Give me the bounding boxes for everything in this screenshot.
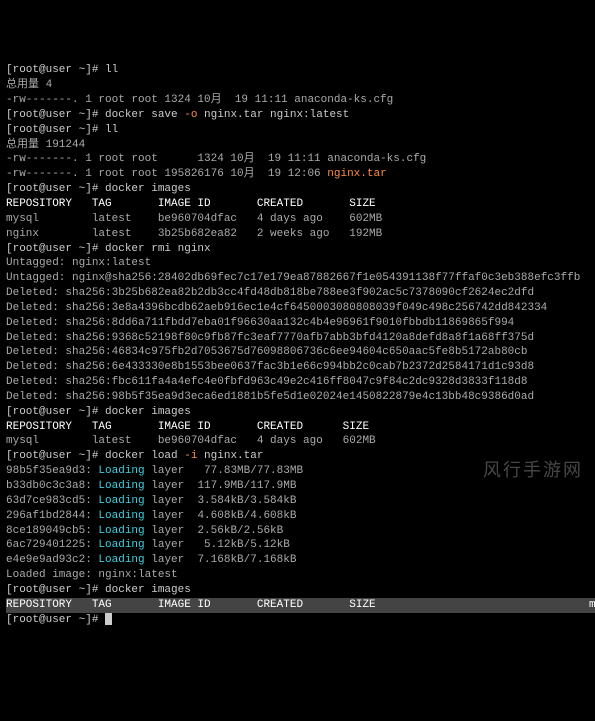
terminal-line: 296af1bd2844: Loading layer 4.608kB/4.60…	[6, 509, 589, 524]
terminal-line: [root@user ~]# ll	[6, 123, 589, 138]
terminal-line: Deleted: sha256:6e433330e8b1553bee0637fa…	[6, 360, 589, 375]
terminal-line: 8ce189049cb5: Loading layer 2.56kB/2.56k…	[6, 524, 589, 539]
terminal-segment: [root@user ~]# docker images	[6, 183, 191, 195]
terminal-line: REPOSITORY TAG IMAGE ID CREATED SIZE	[6, 598, 589, 613]
terminal-segment: REPOSITORY TAG IMAGE ID CREATED SIZE	[6, 421, 369, 433]
terminal-segment: [root@user ~]# docker load	[6, 450, 184, 462]
terminal-segment: Loading	[98, 510, 144, 522]
terminal-segment: Deleted: sha256:3e8a4396bcdb62aeb916ec1e…	[6, 302, 547, 314]
terminal-segment: layer 5.12kB/5.12kB	[145, 539, 290, 551]
terminal-segment: REPOSITORY TAG IMAGE ID CREATED SIZE	[6, 198, 376, 210]
terminal-segment: 总用量 191244	[6, 139, 85, 151]
terminal-line: 总用量 4	[6, 78, 589, 93]
terminal-segment: nginx.tar	[327, 168, 386, 180]
terminal-line: [root@user ~]# docker images	[6, 583, 589, 598]
terminal-segment: 8ce189049cb5:	[6, 525, 98, 537]
terminal-segment: [root@user ~]# docker images	[6, 584, 191, 596]
terminal-segment: 总用量 4	[6, 79, 52, 91]
terminal-line: mysql latest be960704dfac 4 days ago 602…	[589, 598, 595, 613]
terminal-segment: mysql latest be960704dfac 4 days ago 602…	[589, 599, 595, 611]
terminal-segment: -o	[184, 109, 197, 121]
terminal-segment: 63d7ce983cd5:	[6, 495, 98, 507]
terminal-segment: Untagged: nginx@sha256:28402db69fec7c17e…	[6, 272, 580, 284]
terminal-line: Deleted: sha256:fbc611fa4a4efc4e0fbfd963…	[6, 375, 589, 390]
terminal-segment: Loaded image: nginx:latest	[6, 569, 178, 581]
terminal-segment: Deleted: sha256:fbc611fa4a4efc4e0fbfd963…	[6, 376, 528, 388]
terminal-segment: layer 4.608kB/4.608kB	[145, 510, 297, 522]
terminal-line: Deleted: sha256:8dd6a711fbdd7eba01f96630…	[6, 316, 589, 331]
terminal-line: Deleted: sha256:98b5f35ea9d3eca6ed1881b5…	[6, 390, 589, 405]
terminal-segment: Deleted: sha256:9368c52198f80c9fb87fc3ea…	[6, 332, 534, 344]
watermark-text: 风行手游网	[483, 458, 583, 482]
terminal-segment: Deleted: sha256:98b5f35ea9d3eca6ed1881b5…	[6, 391, 534, 403]
terminal-segment: Loading	[98, 495, 144, 507]
terminal-line: REPOSITORY TAG IMAGE ID CREATED SIZE	[6, 197, 589, 212]
terminal-line: Deleted: sha256:3e8a4396bcdb62aeb916ec1e…	[6, 301, 589, 316]
terminal-line: mysql latest be960704dfac 4 days ago 602…	[6, 212, 589, 227]
terminal-line: e4e9e9ad93c2: Loading layer 7.168kB/7.16…	[6, 553, 589, 568]
terminal-segment: 6ac729401225:	[6, 539, 98, 551]
terminal-output[interactable]: [root@user ~]# ll 总用量 4 -rw-------. 1 root…	[0, 59, 595, 631]
terminal-segment: [root@user ~]# docker rmi nginx	[6, 243, 211, 255]
terminal-segment: REPOSITORY TAG IMAGE ID CREATED SIZE	[6, 599, 376, 611]
terminal-line: -rw-------. 1 root root 195826176 10月 19…	[6, 167, 589, 182]
terminal-segment: [root@user ~]# docker images	[6, 406, 191, 418]
terminal-line: nginx latest 3b25b682ea82 2 weeks ago 19…	[6, 227, 589, 242]
terminal-segment: 296af1bd2844:	[6, 510, 98, 522]
terminal-segment: [root@user ~]# ll	[6, 64, 118, 76]
terminal-line: REPOSITORY TAG IMAGE ID CREATED SIZE	[6, 420, 589, 435]
terminal-line: [root@user ~]# docker rmi nginx	[6, 242, 589, 257]
terminal-segment: e4e9e9ad93c2:	[6, 554, 98, 566]
terminal-segment: Deleted: sha256:46834c975fb2d7053675d760…	[6, 346, 528, 358]
terminal-line: [root@user ~]#	[6, 613, 589, 628]
terminal-line: Deleted: sha256:9368c52198f80c9fb87fc3ea…	[6, 331, 589, 346]
terminal-segment: Deleted: sha256:3b25b682ea82b2db3cc4fd48…	[6, 287, 534, 299]
terminal-line: mysql latest be960704dfac 4 days ago 602…	[6, 434, 589, 449]
terminal-line: [root@user ~]# docker images	[6, 405, 589, 420]
terminal-line: [root@user ~]# docker images	[6, 182, 589, 197]
terminal-segment: -rw-------. 1 root root 1324 10月 19 11:1…	[6, 94, 393, 106]
terminal-line: [root@user ~]# ll	[6, 63, 589, 78]
terminal-segment: layer 2.56kB/2.56kB	[145, 525, 284, 537]
terminal-segment: layer 3.584kB/3.584kB	[145, 495, 297, 507]
terminal-line: Untagged: nginx@sha256:28402db69fec7c17e…	[6, 271, 589, 286]
terminal-segment: [root@user ~]#	[6, 614, 105, 626]
terminal-segment: Untagged: nginx:latest	[6, 257, 151, 269]
terminal-line: Deleted: sha256:3b25b682ea82b2db3cc4fd48…	[6, 286, 589, 301]
terminal-line: Deleted: sha256:46834c975fb2d7053675d760…	[6, 345, 589, 360]
terminal-segment: mysql latest be960704dfac 4 days ago 602…	[6, 213, 382, 225]
terminal-line: -rw-------. 1 root root 1324 10月 19 11:1…	[6, 93, 589, 108]
terminal-line: 63d7ce983cd5: Loading layer 3.584kB/3.58…	[6, 494, 589, 509]
terminal-segment: b33db0c3c3a8:	[6, 480, 98, 492]
terminal-segment: Loading	[98, 525, 144, 537]
terminal-segment: nginx.tar	[197, 450, 263, 462]
terminal-segment: mysql latest be960704dfac 4 days ago 602…	[6, 435, 376, 447]
terminal-line: [root@user ~]# docker save -o nginx.tar …	[6, 108, 589, 123]
terminal-segment: Loading	[98, 465, 144, 477]
terminal-line: Loaded image: nginx:latest	[6, 568, 589, 583]
terminal-segment: layer 77.83MB/77.83MB	[145, 465, 303, 477]
terminal-segment: nginx.tar nginx:latest	[197, 109, 349, 121]
terminal-line: 总用量 191244	[6, 138, 589, 153]
terminal-segment: -i	[184, 450, 197, 462]
cursor	[105, 613, 112, 625]
terminal-segment: nginx latest 3b25b682ea82 2 weeks ago 19…	[6, 228, 382, 240]
terminal-segment: -rw-------. 1 root root 195826176 10月 19…	[6, 168, 327, 180]
terminal-segment: layer 7.168kB/7.168kB	[145, 554, 297, 566]
terminal-segment: -rw-------. 1 root root 1324 10月 19 11:1…	[6, 153, 426, 165]
terminal-line: 6ac729401225: Loading layer 5.12kB/5.12k…	[6, 538, 589, 553]
terminal-segment: Deleted: sha256:6e433330e8b1553bee0637fa…	[6, 361, 534, 373]
terminal-segment: [root@user ~]# ll	[6, 124, 118, 136]
terminal-segment: Loading	[98, 554, 144, 566]
terminal-segment: [root@user ~]# docker save	[6, 109, 184, 121]
terminal-segment: layer 117.9MB/117.9MB	[145, 480, 297, 492]
terminal-segment: 98b5f35ea9d3:	[6, 465, 98, 477]
terminal-segment: Loading	[98, 539, 144, 551]
terminal-line: -rw-------. 1 root root 1324 10月 19 11:1…	[6, 152, 589, 167]
terminal-segment: Deleted: sha256:8dd6a711fbdd7eba01f96630…	[6, 317, 514, 329]
terminal-segment: Loading	[98, 480, 144, 492]
terminal-line: Untagged: nginx:latest	[6, 256, 589, 271]
